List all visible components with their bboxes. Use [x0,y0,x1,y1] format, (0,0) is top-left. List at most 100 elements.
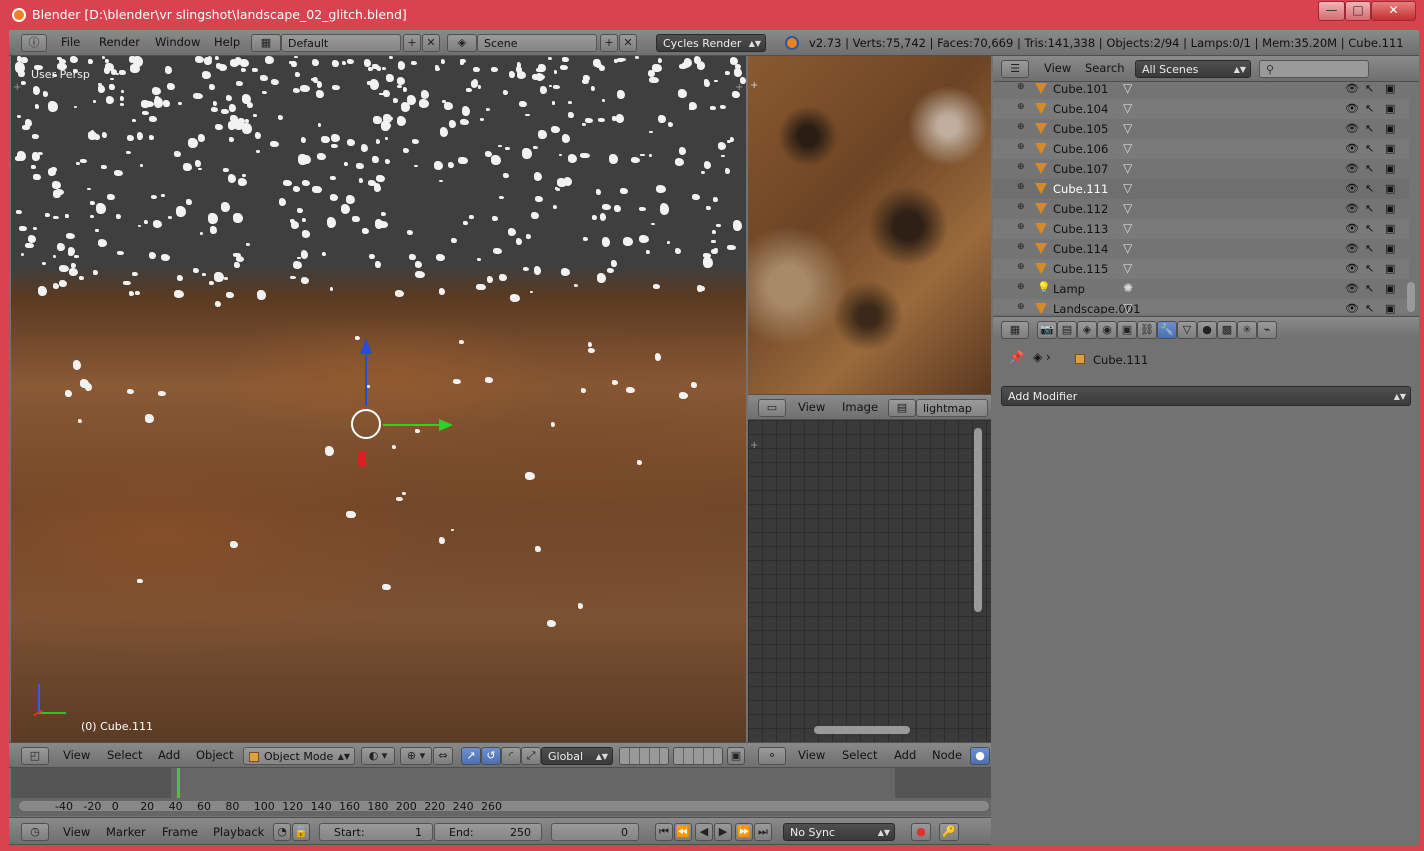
lock-camera-icon[interactable]: ▣ [727,747,745,765]
mesh-data-icon[interactable]: ▽ [1123,161,1132,175]
scene-dropdown[interactable]: Scene [477,34,597,52]
lock-range-icon[interactable]: 🔒 [292,823,310,841]
viewport-menu-add[interactable]: Add [158,743,180,767]
3d-cursor-icon[interactable] [351,409,381,439]
image-name-field[interactable]: lightmap [916,399,988,417]
jump-end-icon[interactable]: ⏭ [754,823,772,841]
jump-keyframe-back-icon[interactable]: ⏪ [674,823,692,841]
jump-keyframe-forward-icon[interactable]: ⏩ [735,823,753,841]
render-engine-dropdown[interactable]: Cycles Render ▲▼ [656,34,766,52]
eye-icon[interactable]: 👁 [1345,102,1359,115]
cursor-select-icon[interactable]: ↖ [1365,102,1374,115]
outliner-row[interactable]: ⊕ Cube.115 ▽ 👁 ↖ ▣ [993,259,1409,279]
expand-icon[interactable]: ⊕ [1017,122,1025,132]
eye-icon[interactable]: 👁 [1345,282,1359,295]
sync-mode-dropdown[interactable]: No Sync ▲▼ [783,823,895,841]
render-layers-tab-icon[interactable]: ▤ [1057,321,1077,339]
start-frame-field[interactable]: Start: 1 [319,823,433,841]
jump-start-icon[interactable]: ⏮ [655,823,673,841]
outliner-menu-view[interactable]: View [1044,56,1071,80]
node-vertical-scrollbar[interactable] [974,428,982,612]
region-toggle-icon[interactable]: + [13,82,21,93]
outliner-item-name[interactable]: Cube.105 [1053,122,1108,136]
image-menu-view[interactable]: View [798,395,825,419]
cursor-select-icon[interactable]: ↖ [1365,182,1374,195]
render-icon[interactable]: ▣ [1385,242,1395,255]
expand-icon[interactable]: ⊕ [1017,182,1025,192]
play-icon[interactable]: ▶ [714,823,732,841]
texture-tab-icon[interactable]: ▩ [1217,321,1237,339]
screen-layout-icon[interactable]: ▦ [251,34,281,52]
expand-icon[interactable]: ⊕ [1017,162,1025,172]
timeline-area[interactable]: -40 -20 0 20 40 60 80 100 120 140 160 180 200 220 240 2… [11,768,991,816]
outliner-item-name[interactable]: Cube.104 [1053,102,1108,116]
editor-type-timeline-button[interactable]: ◷ [21,823,49,841]
menu-window[interactable]: Window [155,30,200,54]
node-horizontal-scrollbar[interactable] [814,726,910,734]
render-icon[interactable]: ▣ [1385,82,1395,95]
cursor-select-icon[interactable]: ↖ [1365,302,1374,314]
outliner-row[interactable]: ⊕ Cube.113 ▽ 👁 ↖ ▣ [993,219,1409,239]
modifiers-tab-icon[interactable]: 🔧 [1157,321,1177,339]
expand-icon[interactable]: ⊕ [1017,282,1025,292]
mesh-data-icon[interactable]: ▽ [1123,181,1132,195]
render-icon[interactable]: ▣ [1385,222,1395,235]
mesh-data-icon[interactable]: ▽ [1123,221,1132,235]
node-menu-add[interactable]: Add [894,743,916,767]
scene-icon[interactable]: ◈ [447,34,477,52]
x-axis-handle[interactable] [358,451,366,467]
close-button[interactable]: ✕ [1371,1,1416,21]
outliner-item-name[interactable]: Cube.111 [1053,182,1108,196]
render-icon[interactable]: ▣ [1385,162,1395,175]
particles-tab-icon[interactable]: ✳ [1237,321,1257,339]
expand-icon[interactable]: ⊕ [1017,142,1025,152]
outliner-display-mode-dropdown[interactable]: All Scenes ▲▼ [1135,60,1251,78]
screen-layout-dropdown[interactable]: Default [281,34,401,52]
menu-render[interactable]: Render [99,30,140,54]
outliner-row[interactable]: ⊕ Landscape.001 ▽ 👁 ↖ ▣ [993,299,1409,314]
image-menu-image[interactable]: Image [842,395,878,419]
editor-type-image-button[interactable]: ▭ [758,399,786,417]
editor-type-outliner-button[interactable]: ☰ [1001,60,1029,78]
viewport-menu-select[interactable]: Select [107,743,142,767]
render-icon[interactable]: ▣ [1385,282,1395,295]
mesh-data-icon[interactable]: ▽ [1123,82,1132,95]
current-frame-field[interactable]: 0 [551,823,639,841]
expand-icon[interactable]: ⊕ [1017,222,1025,232]
outliner-scrollbar[interactable] [1407,282,1415,312]
expand-icon[interactable]: ⊕ [1017,202,1025,212]
preview-range-icon[interactable]: ◔ [273,823,291,841]
render-icon[interactable]: ▣ [1385,202,1395,215]
cursor-select-icon[interactable]: ↖ [1365,262,1374,275]
mesh-data-icon[interactable]: ▽ [1123,141,1132,155]
viewport-menu-view[interactable]: View [63,743,90,767]
manipulator-toggle-button[interactable]: ⇔ [433,747,453,765]
outliner-row[interactable]: ⊕ Cube.111 ▽ 👁 ↖ ▣ [993,179,1409,199]
end-frame-field[interactable]: End: 250 [434,823,542,841]
render-icon[interactable]: ▣ [1385,102,1395,115]
minimize-button[interactable]: — [1318,1,1345,21]
maximize-button[interactable]: □ [1345,1,1371,21]
mesh-data-icon[interactable]: ▽ [1123,121,1132,135]
mesh-data-icon[interactable]: ▽ [1123,241,1132,255]
layers-grid-1[interactable] [619,747,669,765]
expand-icon[interactable]: ⊕ [1017,302,1025,312]
keying-set-icon[interactable]: 🔑 [939,823,959,841]
mesh-data-icon[interactable]: ▽ [1123,101,1132,115]
outliner-item-name[interactable]: Cube.113 [1053,222,1108,236]
outliner-row[interactable]: ⊕ Cube.114 ▽ 👁 ↖ ▣ [993,239,1409,259]
render-icon[interactable]: ▣ [1385,142,1395,155]
expand-icon[interactable]: ⊕ [1017,262,1025,272]
scale-manipulator-button[interactable]: ◜ [501,747,521,765]
image-browse-icon[interactable]: ▤ [888,399,916,417]
node-menu-node[interactable]: Node [932,743,962,767]
cursor-select-icon[interactable]: ↖ [1365,282,1374,295]
interaction-mode-dropdown[interactable]: Object Mode ▲▼ [243,747,355,765]
y-axis-handle[interactable] [383,424,443,426]
data-tab-icon[interactable]: ▽ [1177,321,1197,339]
mesh-data-icon[interactable]: ▽ [1123,261,1132,275]
outliner-row[interactable]: ⊕ Cube.104 ▽ 👁 ↖ ▣ [993,99,1409,119]
expand-icon[interactable]: ⊕ [1017,242,1025,252]
render-icon[interactable]: ▣ [1385,182,1395,195]
object-tab-icon[interactable]: ▣ [1117,321,1137,339]
